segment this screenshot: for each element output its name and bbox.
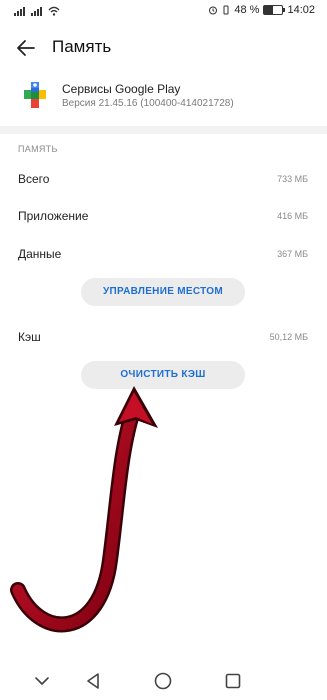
- back-button[interactable]: [14, 36, 38, 60]
- status-right-icons: 48 % 14:02: [208, 4, 315, 16]
- row-label: Данные: [18, 247, 62, 261]
- nav-recents-button[interactable]: [223, 671, 243, 691]
- row-label: Приложение: [18, 209, 89, 223]
- app-info: Сервисы Google Play Версия 21.45.16 (100…: [0, 76, 327, 120]
- vibrate-icon: [223, 5, 229, 15]
- signal-icon-2: [31, 6, 42, 16]
- row-value: 733 МБ: [277, 174, 308, 184]
- alarm-icon: [209, 6, 218, 15]
- navigation-bar: [0, 662, 327, 700]
- memory-row-total: Всего 733 МБ: [0, 165, 327, 195]
- annotation-arrow-icon: [10, 386, 158, 633]
- arrow-left-icon: [17, 40, 35, 56]
- memory-row-app: Приложение 416 МБ: [0, 202, 327, 232]
- app-version: Версия 21.45.16 (100400-414021728): [62, 98, 234, 109]
- cache-label: Кэш: [18, 330, 41, 344]
- battery-icon: [263, 5, 286, 15]
- nav-back-button[interactable]: [84, 671, 104, 691]
- battery-percent: 48 %: [234, 4, 260, 16]
- page-title: Память: [52, 37, 112, 56]
- app-name: Сервисы Google Play: [62, 82, 181, 96]
- status-left-icons: [14, 6, 60, 16]
- home-circle-icon: [154, 672, 172, 690]
- manage-storage-button[interactable]: УПРАВЛЕНИЕ МЕСТОМ: [81, 278, 245, 306]
- section-divider: [0, 126, 327, 134]
- cache-value: 50,12 МБ: [269, 332, 308, 342]
- memory-row-data: Данные 367 МБ: [0, 240, 327, 270]
- recents-square-icon: [225, 673, 241, 689]
- screen: 48 % 14:02 Память Сервисы Google Play Ве…: [0, 0, 327, 700]
- row-value: 416 МБ: [277, 211, 308, 221]
- signal-icon: [14, 6, 25, 16]
- back-triangle-icon: [87, 673, 99, 689]
- clock: 14:02: [287, 4, 315, 16]
- row-value: 367 МБ: [277, 249, 308, 259]
- status-bar: 48 % 14:02: [0, 0, 327, 24]
- chevron-down-icon: [35, 677, 49, 685]
- cache-row: Кэш 50,12 МБ: [0, 323, 327, 353]
- nav-hide-button[interactable]: [32, 671, 52, 691]
- section-title: ПАМЯТЬ: [18, 144, 58, 154]
- app-bar: Память: [0, 28, 327, 68]
- nav-home-button[interactable]: [153, 671, 173, 691]
- google-play-services-icon: [24, 82, 46, 108]
- row-label: Всего: [18, 172, 50, 186]
- wifi-icon: [48, 6, 60, 16]
